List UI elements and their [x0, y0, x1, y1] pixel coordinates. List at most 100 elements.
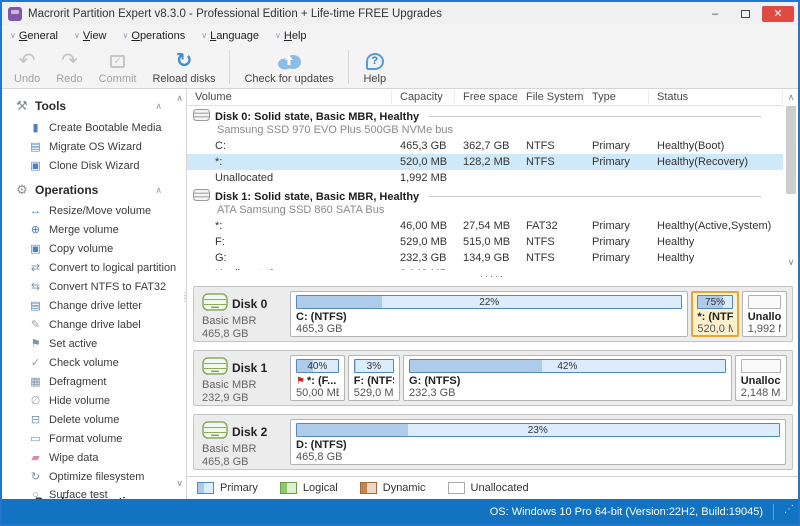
menu-item-view[interactable]: ∨ View	[74, 30, 107, 42]
usage-percent: 42%	[557, 361, 578, 372]
partition-block-g-ntfs[interactable]: 42% G: (NTFS) 232,3 GB	[403, 355, 732, 401]
sidebar-scroll-down-icon[interactable]: ∨	[176, 478, 183, 489]
table-row[interactable]: F: 529,0 MB 515,0 MB NTFS Primary Healthy	[187, 234, 783, 250]
cell-volume: C:	[215, 140, 226, 152]
cell-fs: NTFS	[526, 252, 555, 264]
disk-icon	[193, 109, 210, 124]
help-button[interactable]: ? Help	[355, 46, 395, 88]
cell-volume: Unallocated	[187, 268, 392, 270]
group-divider-line	[429, 196, 761, 197]
menu-item-label: Operations	[131, 29, 186, 42]
cell-free: 134,9 GB	[463, 252, 510, 264]
disk-group-header[interactable]: Disk 1: Solid state, Basic MBR, Healthy A…	[187, 186, 783, 218]
migrate-os-icon: ▤	[30, 141, 41, 153]
sidebar-item-clone-disk-wizard[interactable]: ▣ Clone Disk Wizard	[2, 156, 186, 175]
partition-block-f[interactable]: 40% ⚑ *: (F... 50,00 MB	[290, 355, 345, 401]
column-header-volume[interactable]: Volume	[187, 91, 392, 103]
disk-name: Disk 0	[232, 296, 268, 311]
sidebar-section-tools[interactable]: ⚒ Tools ∧	[2, 91, 186, 118]
disk-group-header[interactable]: Disk 0: Solid state, Basic MBR, Healthy S…	[187, 106, 783, 138]
sidebar-item-convert-ntfs-to-fat32[interactable]: ⇆ Convert NTFS to FAT32	[2, 277, 186, 296]
redo-button[interactable]: ↷ Redo	[48, 46, 90, 88]
scroll-up-icon[interactable]: ∧	[784, 92, 798, 103]
sidebar-item-optimize-filesystem[interactable]: ↻ Optimize filesystem	[2, 467, 186, 486]
sidebar-item-set-active[interactable]: ⚑ Set active	[2, 334, 186, 353]
close-button[interactable]: ✕	[762, 5, 794, 22]
cell-status: Healthy(Active,System)	[657, 220, 772, 232]
sidebar-item-change-drive-label[interactable]: ✎ Change drive label	[2, 315, 186, 334]
help-bubble-icon: ?	[365, 50, 384, 72]
partition-block-d-ntfs[interactable]: 23% D: (NTFS) 465,8 GB	[290, 419, 786, 465]
table-row[interactable]: Unallocated2,148 MB	[187, 266, 783, 270]
sidebar-item-change-drive-letter[interactable]: ▤ Change drive letter	[2, 296, 186, 315]
menu-item-language[interactable]: ∨ Language	[201, 30, 259, 42]
sidebar-item-merge-volume[interactable]: ⊕ Merge volume	[2, 220, 186, 239]
column-header-type[interactable]: Type	[584, 91, 649, 103]
menu-item-help[interactable]: ∨ Help	[275, 30, 307, 42]
cell-capacity: 2,148 MB	[392, 268, 455, 270]
collapse-chevron-icon[interactable]: ∧	[155, 185, 162, 196]
cell-fs: NTFS	[526, 156, 555, 168]
column-header-status[interactable]: Status	[649, 91, 783, 103]
cell-capacity: 520,0 MB	[400, 156, 448, 168]
sidebar-item-create-bootable-media[interactable]: ▮ Create Bootable Media	[2, 118, 186, 137]
sidebar-item-label: Optimize filesystem	[49, 470, 145, 483]
drive-label-icon: ✎	[30, 319, 41, 331]
maximize-button[interactable]	[732, 6, 758, 22]
cloud-update-icon	[275, 50, 303, 72]
sidebar-item-label: Merge volume	[49, 223, 119, 236]
disk-info: Disk 0 Basic MBR 465,8 GB	[198, 291, 290, 340]
table-row[interactable]: C: 465,3 GB 362,7 GB NTFS Primary Healthy(Boo…	[187, 138, 783, 154]
partition-block-ntfs[interactable]: 75% *: (NTFS)520,0 MB	[691, 291, 739, 337]
sidebar-item-check-volume[interactable]: ✓ Check volume	[2, 353, 186, 372]
commit-button[interactable]: ✓ Commit	[91, 46, 145, 88]
horizontal-splitter[interactable]: ·····	[187, 272, 798, 281]
scrollbar-thumb[interactable]	[786, 106, 796, 194]
sidebar-item-hide-volume[interactable]: ∅ Hide volume	[2, 391, 186, 410]
sidebar-item-delete-volume[interactable]: ⊟ Delete volume	[2, 410, 186, 429]
cell-volume: Unallocated	[215, 172, 274, 184]
table-row[interactable]: *: 46,00 MB 27,54 MB FAT32 Primary Healthy(Ac…	[187, 218, 783, 234]
statusbar-divider	[773, 503, 774, 520]
menu-item-operations[interactable]: ∨ Operations	[123, 30, 186, 42]
sidebar-scroll-up-icon[interactable]: ∧	[176, 93, 183, 104]
resize-grip-icon[interactable]	[782, 504, 794, 517]
minimize-button[interactable]: –	[702, 6, 728, 22]
sidebar-item-convert-to-logical-partition[interactable]: ⇄ Convert to logical partition	[2, 258, 186, 277]
partition-block-unalloc[interactable]: Unalloc...2,148 MB	[734, 355, 787, 401]
partition-block-f-ntfs[interactable]: 3% F: (NTFS)529,0 MB	[347, 355, 401, 401]
sidebar-section-operations[interactable]: ⚙ Operations ∧	[2, 175, 186, 202]
sidebar-item-copy-volume[interactable]: ▣ Copy volume	[2, 239, 186, 258]
scroll-down-icon[interactable]: ∨	[784, 257, 798, 268]
group-divider-line	[429, 116, 761, 117]
copy-volume-icon: ▣	[30, 243, 41, 255]
check-for-updates-button[interactable]: Check for updates	[236, 46, 341, 88]
column-header-free-space[interactable]: Free space	[455, 91, 518, 103]
chevron-down-icon: ∨	[275, 31, 281, 40]
undo-button[interactable]: ↶ Undo	[6, 46, 48, 88]
partition-block-unalloc[interactable]: Unalloc...1,992 MB	[741, 291, 787, 337]
sidebar-item-defragment[interactable]: ▦ Defragment	[2, 372, 186, 391]
chevron-down-icon: ∨	[74, 31, 80, 40]
sidebar-item-migrate-os-wizard[interactable]: ▤ Migrate OS Wizard	[2, 137, 186, 156]
sidebar-item-resize-move-volume[interactable]: ↔ Resize/Move volume	[2, 202, 186, 220]
column-header-file-system[interactable]: File System	[518, 91, 584, 103]
table-row[interactable]: *: 520,0 MB 128,2 MB NTFS Primary Healthy(Rec…	[187, 154, 783, 170]
reload-disks-button[interactable]: ↻ Reload disks	[144, 46, 223, 88]
sidebar-item-wipe-data[interactable]: ▰ Wipe data	[2, 448, 186, 467]
vertical-splitter[interactable]: ⋮ ⋮	[181, 292, 189, 303]
reload-icon: ↻	[175, 50, 193, 72]
column-header-capacity[interactable]: Capacity	[392, 91, 455, 103]
disk-panel-disk-2: Disk 2 Basic MBR 465,8 GB 23% D: (NTFS) 465,8…	[193, 414, 793, 470]
cell-free: 515,0 MB	[463, 236, 511, 248]
table-row[interactable]: G: 232,3 GB 134,9 GB NTFS Primary Healthy	[187, 250, 783, 266]
table-row[interactable]: Unallocated 1,992 MB	[187, 170, 783, 186]
menu-item-general[interactable]: ∨ General	[10, 30, 58, 42]
table-scrollbar[interactable]: ∧ ∨	[784, 90, 798, 270]
partition-block-c-ntfs[interactable]: 22% C: (NTFS) 465,3 GB	[290, 291, 689, 337]
disk-scheme: Basic MBR	[202, 443, 257, 455]
sidebar-item-label: Clone Disk Wizard	[49, 159, 140, 172]
sidebar-item-label: Resize/Move volume	[49, 205, 152, 217]
collapse-chevron-icon[interactable]: ∧	[155, 101, 162, 112]
sidebar-item-format-volume[interactable]: ▭ Format volume	[2, 429, 186, 448]
